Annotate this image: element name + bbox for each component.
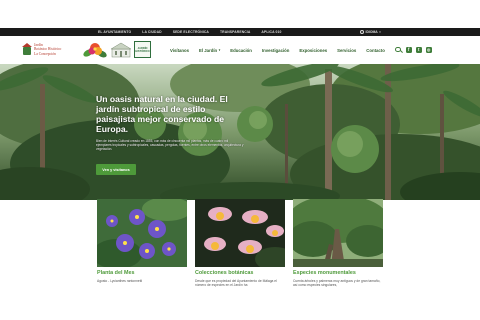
nav-item-contacto[interactable]: Contacto [366, 48, 385, 53]
nav-label: El Jardín [199, 47, 218, 53]
chevron-down-icon: ▾ [218, 48, 221, 52]
top-link-aplica[interactable]: APLICA 010 [261, 30, 281, 34]
hero-title: Un oasis natural en la ciudad. El jardín… [96, 94, 228, 134]
nav-item-el-jardin[interactable]: El Jardín ▾ [199, 48, 220, 53]
nav-item-investigacion[interactable]: Investigación [262, 48, 289, 53]
nav-label: Visítanos [170, 47, 190, 53]
card-title: Colecciones botánicas [195, 270, 254, 276]
visit-us-button[interactable]: Ven y visítanos [96, 164, 136, 175]
card-text: Desde que es propiedad del Ayuntamiento … [195, 279, 277, 288]
language-selector[interactable]: IDIOMA ▾ [360, 28, 381, 36]
globe-icon [360, 30, 364, 34]
badge-text: JARDÍN HISTÓRICO [135, 46, 150, 53]
card-planta-del-mes[interactable]: Planta del Mes Agosto - Lycianthes ranto… [97, 199, 187, 283]
monumental-tree-photo [293, 199, 383, 267]
main-navigation: Visítanos El Jardín ▾ Educación Investiga… [170, 36, 395, 64]
top-link-transparencia[interactable]: TRANSPARENCIA [220, 30, 250, 34]
site-header: Jardín Botánico Histórico La Concepción … [0, 36, 480, 64]
card-especies-monumentales[interactable]: Especies monumentales Cuenta árboles y p… [293, 199, 383, 288]
nav-label: Educación [230, 47, 252, 53]
historic-garden-badge: JARDÍN HISTÓRICO [134, 41, 151, 58]
top-utility-links: EL AYUNTAMIENTO LA CIUDAD SEDE ELECTRÓNI… [0, 28, 480, 36]
nav-label: Investigación [261, 47, 290, 53]
nav-label: Servicios [337, 47, 357, 53]
top-link-ciudad[interactable]: LA CIUDAD [142, 30, 161, 34]
search-icon[interactable] [395, 46, 403, 54]
card-text: Agosto - Lycianthes rantonnetii [97, 279, 143, 283]
logo-line-3: La Concepción [34, 51, 56, 56]
logo-house-icon [22, 43, 32, 56]
facebook-icon[interactable]: f [405, 46, 412, 54]
nav-label: Exposiciones [299, 47, 328, 53]
site-logo[interactable]: Jardín Botánico Histórico La Concepción [22, 43, 61, 56]
purple-flower-photo [97, 199, 187, 267]
card-text: Cuenta árboles y palmeras muy antiguos y… [293, 279, 381, 288]
top-link-sede[interactable]: SEDE ELECTRÓNICA [173, 30, 209, 34]
hero-description: Bien de Interés Cultural creado en 1855,… [96, 139, 244, 152]
chevron-down-icon: ▾ [379, 30, 381, 34]
header-tools: f t ◎ [395, 36, 432, 64]
logo-text: Jardín Botánico Histórico La Concepción [34, 43, 61, 56]
top-link-ayuntamiento[interactable]: EL AYUNTAMIENTO [98, 30, 131, 34]
twitter-icon[interactable]: t [415, 46, 422, 54]
flower-logo [83, 43, 107, 58]
nav-item-educacion[interactable]: Educación [230, 48, 252, 53]
nav-item-visitanos[interactable]: Visítanos [170, 48, 189, 53]
orchid-photo [195, 199, 285, 267]
nav-item-exposiciones[interactable]: Exposiciones [299, 48, 327, 53]
language-label: IDIOMA [365, 30, 378, 34]
card-title: Planta del Mes [97, 270, 135, 276]
instagram-icon[interactable]: ◎ [425, 46, 432, 54]
building-logo [110, 42, 132, 58]
nav-item-servicios[interactable]: Servicios [337, 48, 356, 53]
card-title: Especies monumentales [293, 270, 356, 276]
nav-label: Contacto [366, 47, 385, 53]
card-colecciones-botanicas[interactable]: Colecciones botánicas Desde que es propi… [195, 199, 285, 288]
top-links: EL AYUNTAMIENTO LA CIUDAD SEDE ELECTRÓNI… [98, 30, 293, 34]
